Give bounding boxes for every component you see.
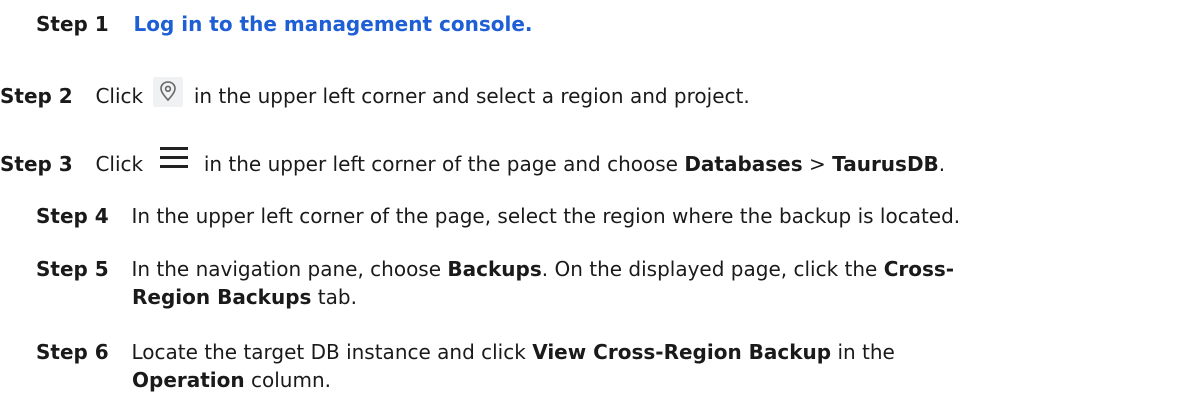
- step-2: Step 2 Click in the upper left corner an…: [0, 76, 750, 113]
- view-cross-region-backup-text: View Cross-Region Backup: [532, 340, 832, 364]
- region-backups-text: Region Backups: [132, 285, 312, 309]
- step-label: Step 1: [36, 12, 109, 36]
- management-console-link[interactable]: Log in to the management console.: [133, 12, 532, 36]
- step-5-continued: Region Backups tab.: [132, 283, 357, 311]
- step-label: Step 6: [36, 340, 109, 364]
- step-label: Step 3: [0, 152, 73, 176]
- step-text: In the navigation pane, choose: [131, 257, 442, 281]
- step-3: Step 3 Click in the upper left corner of…: [0, 146, 946, 181]
- step-6-continued: Operation column.: [132, 366, 331, 394]
- period: .: [938, 152, 946, 176]
- step-text: Click: [95, 152, 144, 176]
- step-text: . On the displayed page, click the: [541, 257, 878, 281]
- step-text: Click: [95, 84, 144, 108]
- taurusdb-text: TaurusDB: [832, 152, 939, 176]
- step-text: Locate the target DB instance and click: [131, 340, 526, 364]
- step-text: in the upper left corner of the page and…: [203, 152, 678, 176]
- step-label: Step 2: [0, 84, 73, 108]
- databases-text: Databases: [684, 152, 803, 176]
- menu-hamburger-icon: [157, 143, 191, 173]
- step-6: Step 6 Locate the target DB instance and…: [36, 338, 895, 366]
- operation-text: Operation: [132, 368, 245, 392]
- location-pin-icon: [153, 76, 184, 107]
- procedure-steps: Step 1 Log in to the management console.…: [0, 0, 1181, 419]
- step-text: In the upper left corner of the page, se…: [131, 204, 961, 228]
- step-5: Step 5 In the navigation pane, choose Ba…: [36, 255, 954, 283]
- separator: >: [809, 152, 826, 176]
- step-text: in the: [837, 340, 895, 364]
- step-text: tab.: [317, 285, 357, 309]
- step-4: Step 4 In the upper left corner of the p…: [36, 202, 960, 230]
- step-label: Step 4: [36, 204, 109, 228]
- step-1: Step 1 Log in to the management console.: [36, 10, 532, 38]
- cross-text: Cross-: [883, 257, 955, 281]
- step-text: column.: [251, 368, 331, 392]
- backups-text: Backups: [447, 257, 542, 281]
- step-text: in the upper left corner and select a re…: [193, 84, 750, 108]
- step-label: Step 5: [36, 257, 109, 281]
